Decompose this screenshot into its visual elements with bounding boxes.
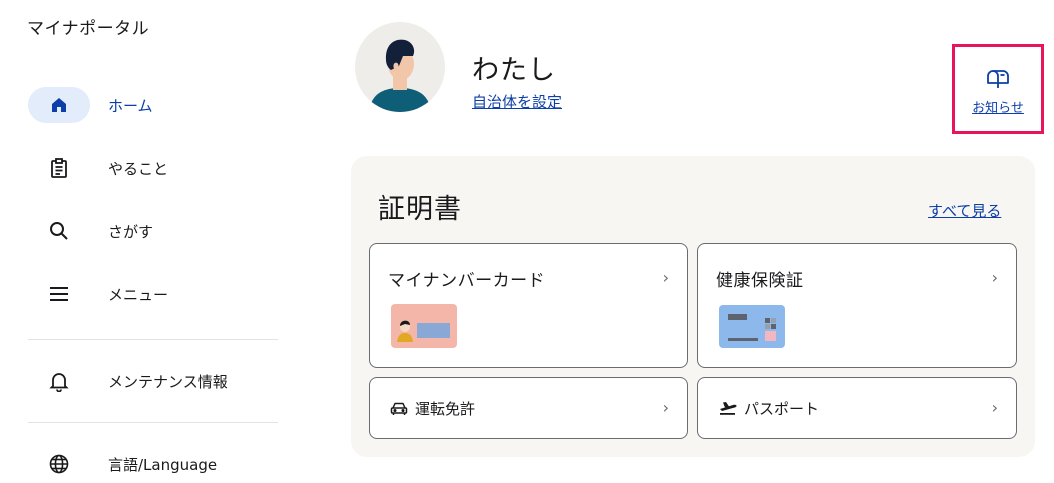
home-icon bbox=[28, 87, 90, 123]
search-icon bbox=[28, 213, 90, 249]
globe-icon bbox=[28, 446, 90, 482]
airplane-icon bbox=[718, 400, 738, 420]
chevron-right-icon: › bbox=[991, 398, 998, 417]
sidebar-item-home[interactable]: ホーム bbox=[28, 86, 278, 124]
sidebar-item-label: 言語/Language bbox=[108, 455, 218, 474]
chevron-right-icon: › bbox=[662, 398, 669, 417]
see-all-link[interactable]: すべて見る bbox=[928, 200, 1001, 221]
card-title: マイナンバーカード bbox=[388, 271, 546, 291]
car-icon bbox=[390, 401, 408, 421]
chevron-right-icon: › bbox=[991, 268, 998, 287]
bell-icon bbox=[28, 363, 90, 399]
chevron-right-icon: › bbox=[662, 268, 669, 287]
sidebar-item-todo[interactable]: やること bbox=[28, 149, 278, 187]
menu-icon bbox=[28, 276, 90, 312]
sidebar-item-label: メンテナンス情報 bbox=[108, 372, 228, 391]
sidebar-item-label: メニュー bbox=[108, 285, 169, 304]
sidebar-item-maintenance[interactable]: メンテナンス情報 bbox=[28, 362, 278, 400]
mailbox-icon bbox=[985, 47, 1011, 93]
mynumber-card-illustration bbox=[391, 304, 457, 352]
app-title: マイナポータル bbox=[27, 19, 150, 39]
sidebar-item-label: ホーム bbox=[108, 96, 153, 115]
sidebar-item-search[interactable]: さがす bbox=[28, 212, 278, 250]
card-title: 運転免許 bbox=[415, 399, 476, 418]
sidebar-item-label: さがす bbox=[108, 222, 154, 241]
drivers-license-tile[interactable]: 運転免許 › bbox=[369, 377, 688, 439]
mynumber-card-tile[interactable]: マイナンバーカード › bbox=[369, 243, 688, 368]
card-title: パスポート bbox=[744, 399, 820, 418]
passport-tile[interactable]: パスポート › bbox=[697, 377, 1017, 439]
set-municipality-link[interactable]: 自治体を設定 bbox=[472, 91, 562, 112]
sidebar-item-menu[interactable]: メニュー bbox=[28, 275, 278, 313]
health-insurance-card-tile[interactable]: 健康保険証 › bbox=[697, 243, 1017, 368]
notice-button[interactable]: お知らせ bbox=[952, 44, 1044, 134]
sidebar-item-label: やること bbox=[108, 159, 169, 178]
clipboard-icon bbox=[28, 150, 90, 186]
sidebar-divider bbox=[28, 339, 278, 340]
avatar bbox=[355, 22, 445, 112]
health-insurance-card-illustration bbox=[719, 305, 785, 352]
sidebar-divider bbox=[28, 422, 278, 423]
card-title: 健康保険証 bbox=[716, 271, 804, 291]
notice-label: お知らせ bbox=[972, 101, 1024, 116]
user-name: わたし bbox=[472, 55, 556, 86]
certificates-title: 証明書 bbox=[378, 194, 462, 225]
sidebar-item-language[interactable]: 言語/Language bbox=[28, 445, 278, 483]
